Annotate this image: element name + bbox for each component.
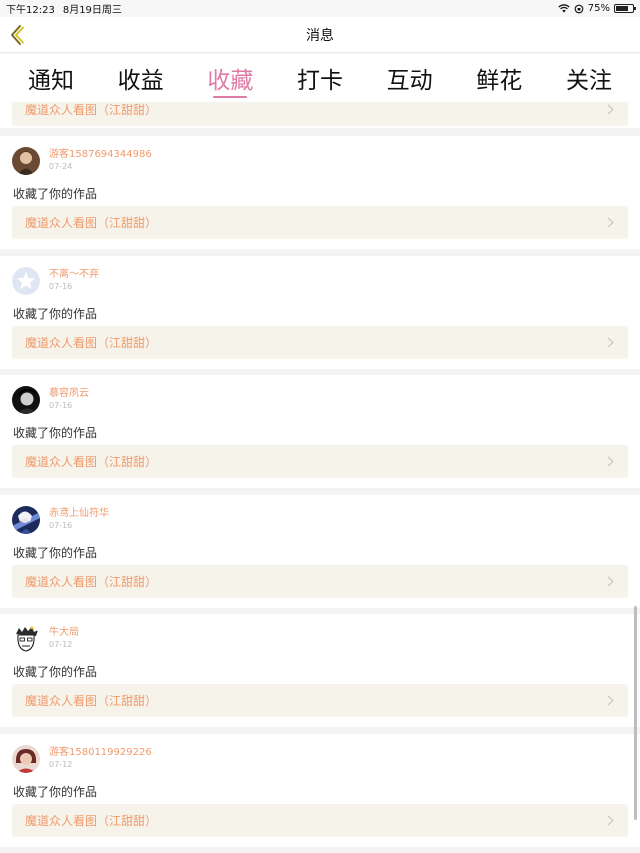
- work-title: 魔道众人看图（江甜甜）: [25, 336, 158, 350]
- status-time: 下午12:23: [6, 5, 55, 16]
- avatar[interactable]: [12, 267, 40, 295]
- chevron-right-icon: [607, 815, 614, 826]
- list-item: 牛大局 07-12 收藏了你的作品 魔道众人看图（江甜甜）: [0, 614, 640, 727]
- work-link[interactable]: 魔道众人看图（江甜甜）: [12, 326, 628, 359]
- favorites-list: 魔道众人看图（江甜甜） 游客1587694344986 07-24 收藏了你的作…: [0, 102, 640, 853]
- avatar[interactable]: [12, 506, 40, 534]
- username[interactable]: 游客1580119929226: [49, 747, 152, 759]
- back-icon[interactable]: [6, 23, 28, 47]
- cartoon-face-avatar-icon: [12, 625, 40, 653]
- chevron-right-icon: [607, 695, 614, 706]
- timestamp: 07-12: [49, 640, 73, 649]
- battery-level: [616, 6, 628, 11]
- wifi-icon: [558, 4, 570, 13]
- list-item: 游客1580119929226 07-12 收藏了你的作品 魔道众人看图（江甜甜…: [0, 734, 640, 847]
- tab-earnings[interactable]: 收益: [106, 54, 176, 102]
- tab-interactions[interactable]: 互动: [375, 54, 445, 102]
- username[interactable]: 不离～不弃: [49, 269, 99, 281]
- work-link[interactable]: 魔道众人看图（江甜甜）: [12, 445, 628, 478]
- username[interactable]: 游客1587694344986: [49, 149, 152, 161]
- list-item: 不离～不弃 07-16 收藏了你的作品 魔道众人看图（江甜甜）: [0, 256, 640, 369]
- list-item: 慕容夙云 07-16 收藏了你的作品 魔道众人看图（江甜甜）: [0, 375, 640, 488]
- action-text: 收藏了你的作品: [13, 426, 98, 440]
- list-item: 赤鸢上仙符华 07-16 收藏了你的作品 魔道众人看图（江甜甜）: [0, 495, 640, 608]
- battery-icon: [614, 4, 636, 13]
- chevron-right-icon: [607, 337, 614, 348]
- work-title: 魔道众人看图（江甜甜）: [25, 455, 158, 469]
- chevron-right-icon: [607, 576, 614, 587]
- portrait-avatar-icon: [12, 386, 40, 414]
- work-title: 魔道众人看图（江甜甜）: [25, 103, 158, 117]
- work-link[interactable]: 魔道众人看图（江甜甜）: [12, 804, 628, 837]
- work-link[interactable]: 魔道众人看图（江甜甜）: [12, 684, 628, 717]
- portrait-avatar-icon: [12, 147, 40, 175]
- work-link[interactable]: 魔道众人看图（江甜甜）: [12, 206, 628, 239]
- orientation-lock-icon: [574, 4, 584, 13]
- username[interactable]: 赤鸢上仙符华: [49, 508, 109, 520]
- battery-percent: 75%: [587, 3, 610, 14]
- timestamp: 07-16: [49, 401, 73, 410]
- tab-notifications[interactable]: 通知: [16, 54, 86, 102]
- action-text: 收藏了你的作品: [13, 785, 98, 799]
- timestamp: 07-16: [49, 521, 73, 530]
- avatar[interactable]: [12, 386, 40, 414]
- timestamp: 07-24: [49, 162, 73, 171]
- status-bar: 下午12:23 8月19日周三 75%: [0, 0, 640, 17]
- avatar[interactable]: [12, 625, 40, 653]
- tab-flowers[interactable]: 鲜花: [464, 54, 534, 102]
- work-title: 魔道众人看图（江甜甜）: [25, 814, 158, 828]
- page-title: 消息: [306, 27, 334, 44]
- scrollbar[interactable]: [634, 606, 637, 820]
- work-title: 魔道众人看图（江甜甜）: [25, 216, 158, 230]
- username[interactable]: 慕容夙云: [49, 388, 89, 400]
- avatar[interactable]: [12, 147, 40, 175]
- tab-checkin[interactable]: 打卡: [285, 54, 355, 102]
- timestamp: 07-12: [49, 760, 73, 769]
- portrait-avatar-icon: [12, 745, 40, 773]
- timestamp: 07-16: [49, 282, 73, 291]
- tab-favorites[interactable]: 收藏: [195, 54, 265, 102]
- chevron-right-icon: [607, 456, 614, 467]
- action-text: 收藏了你的作品: [13, 665, 98, 679]
- username[interactable]: 牛大局: [49, 627, 79, 639]
- action-text: 收藏了你的作品: [13, 187, 98, 201]
- work-title: 魔道众人看图（江甜甜）: [25, 575, 158, 589]
- nav-bar: 消息: [0, 17, 640, 53]
- work-link[interactable]: 魔道众人看图（江甜甜）: [12, 102, 628, 126]
- work-title: 魔道众人看图（江甜甜）: [25, 694, 158, 708]
- work-link[interactable]: 魔道众人看图（江甜甜）: [12, 565, 628, 598]
- status-date: 8月19日周三: [62, 5, 122, 16]
- chevron-right-icon: [607, 104, 614, 115]
- tab-following[interactable]: 关注: [554, 54, 624, 102]
- list-item: 魔道众人看图（江甜甜）: [0, 102, 640, 128]
- avatar[interactable]: [12, 745, 40, 773]
- action-text: 收藏了你的作品: [13, 307, 98, 321]
- anime-avatar-icon: [12, 506, 40, 534]
- tab-bar: 通知 收益 收藏 打卡 互动 鲜花 关注: [0, 54, 640, 102]
- list-item: 游客1587694344986 07-24 收藏了你的作品 魔道众人看图（江甜甜…: [0, 136, 640, 249]
- default-star-avatar-icon: [12, 267, 40, 295]
- chevron-right-icon: [607, 217, 614, 228]
- action-text: 收藏了你的作品: [13, 546, 98, 560]
